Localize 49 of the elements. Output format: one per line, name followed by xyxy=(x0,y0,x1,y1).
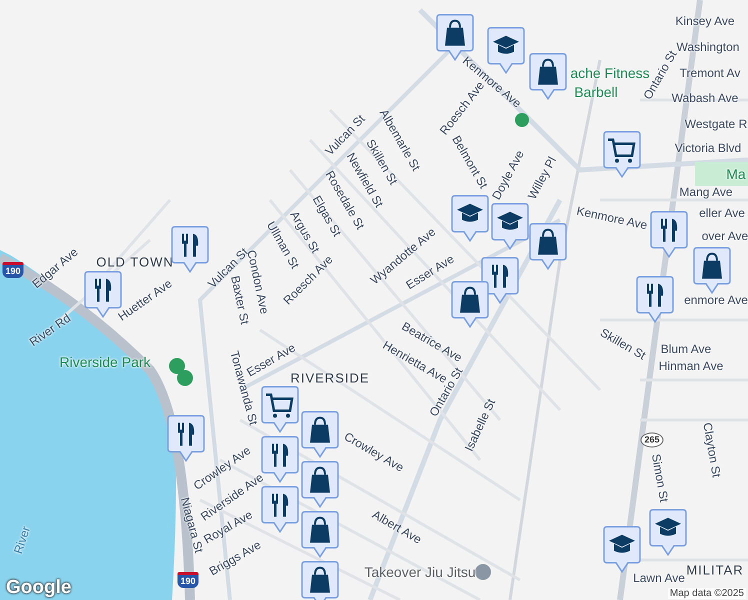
neighborhood-label: OLD TOWN xyxy=(96,256,174,268)
graduation-cap-pin[interactable] xyxy=(491,202,529,251)
street-label: Washington xyxy=(676,41,740,53)
shopping-bag-pin[interactable] xyxy=(301,410,339,459)
fork-knife-pin[interactable] xyxy=(650,210,688,259)
shopping-bag-pin[interactable] xyxy=(451,280,489,329)
street-label: Tremont Av xyxy=(680,67,740,79)
google-logo: Google xyxy=(6,577,72,599)
graduation-cap-pin[interactable] xyxy=(603,526,641,574)
route-shield: 190 xyxy=(177,572,199,588)
neighborhood-label: MILITAR xyxy=(686,564,744,576)
shopping-bag-pin[interactable] xyxy=(301,460,339,509)
fork-knife-pin[interactable] xyxy=(261,486,299,534)
neighborhood-label: RIVERSIDE xyxy=(290,372,370,384)
graduation-cap-pin[interactable] xyxy=(649,508,687,557)
water-label: River xyxy=(12,524,32,556)
street-label: enmore Ave xyxy=(684,294,748,306)
fork-knife-pin[interactable] xyxy=(636,276,674,324)
shopping-bag-pin[interactable] xyxy=(529,222,567,271)
graduation-cap-pin[interactable] xyxy=(451,194,489,243)
fork-knife-pin[interactable] xyxy=(171,226,209,274)
street-label: eller Ave xyxy=(699,207,745,219)
place-label: Barbell xyxy=(574,85,618,99)
shopping-bag-pin[interactable] xyxy=(301,510,339,559)
street-label: Lawn Ave xyxy=(633,572,685,584)
street-label: Westgate R xyxy=(684,118,748,130)
street-label: over Ave xyxy=(702,230,748,242)
place-label: Riverside Park xyxy=(59,355,151,369)
street-label: Wabash Ave xyxy=(672,92,738,104)
street-label: Mang Ave xyxy=(679,186,733,198)
place-label: Takeover Jiu Jitsu xyxy=(364,565,476,579)
shopping-cart-pin[interactable] xyxy=(603,130,641,179)
route-shield: 190 xyxy=(2,262,24,278)
shopping-bag-pin[interactable] xyxy=(301,560,339,600)
street-label: Simon St xyxy=(650,452,670,504)
street-label: Hinman Ave xyxy=(658,360,724,372)
park-area xyxy=(695,162,748,186)
map-attribution: Map data ©2025 xyxy=(668,588,746,599)
place-icon xyxy=(475,564,491,580)
street-label: Kenmore Ave xyxy=(576,204,648,232)
street-label: Kinsey Ave xyxy=(675,15,735,27)
shopping-bag-pin[interactable] xyxy=(529,52,567,101)
street-label: Clayton St xyxy=(701,422,723,478)
shopping-cart-pin[interactable] xyxy=(261,386,299,434)
place-label: Ma xyxy=(726,167,746,181)
shopping-bag-pin[interactable] xyxy=(693,246,731,295)
street-label: Victoria Blvd xyxy=(674,142,742,154)
street-label: Blum Ave xyxy=(660,343,712,355)
fork-knife-pin[interactable] xyxy=(261,436,299,484)
